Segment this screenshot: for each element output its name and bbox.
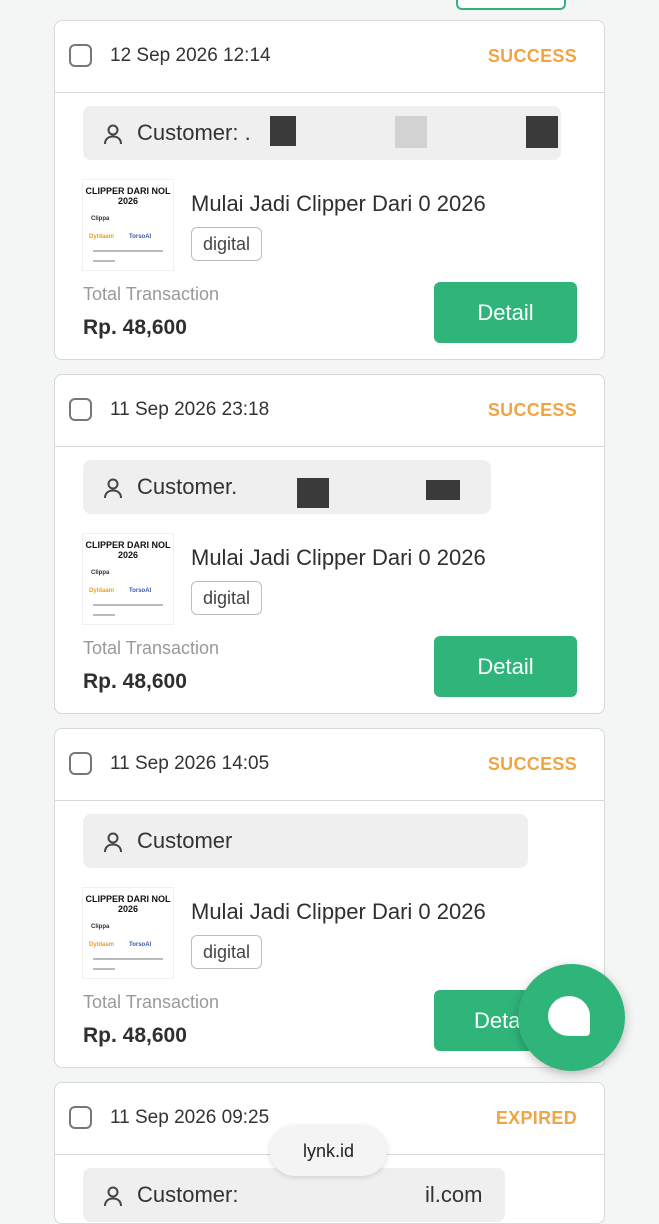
- thumbnail-logo: Clippa: [91, 924, 110, 930]
- customer-row: Customer: il.com: [83, 1168, 505, 1222]
- thumbnail-title: CLIPPER DARI NOL 2026: [85, 894, 171, 914]
- customer-label: Customer:: [137, 1182, 239, 1207]
- brand-watermark: lynk.id: [270, 1126, 387, 1176]
- thumbnail-line: [93, 250, 163, 252]
- thumbnail-logo: TorsoAI: [129, 588, 152, 594]
- product-name[interactable]: Mulai Jadi Clipper Dari 0 2026: [191, 543, 486, 573]
- product-name[interactable]: Mulai Jadi Clipper Dari 0 2026: [191, 189, 486, 219]
- status-badge: EXPIRED: [495, 1108, 577, 1128]
- thumbnail-line: [93, 260, 115, 262]
- select-checkbox[interactable]: [69, 44, 92, 67]
- person-icon: [104, 832, 122, 853]
- chat-button[interactable]: [518, 964, 625, 1071]
- product-thumbnail: CLIPPER DARI NOL 2026 Clippa Dyldaam Tor…: [83, 180, 173, 270]
- customer-label: Customer.: [137, 474, 238, 499]
- redaction-mark: [297, 478, 329, 508]
- total-value: Rp. 48,600: [83, 670, 187, 693]
- thumbnail-logo: TorsoAI: [129, 942, 152, 948]
- person-icon: [104, 124, 122, 145]
- detail-button[interactable]: Detail: [434, 282, 577, 343]
- thumbnail-logo: Clippa: [91, 570, 110, 576]
- select-checkbox[interactable]: [69, 752, 92, 775]
- customer-email-suffix: il.com: [425, 1182, 483, 1207]
- top-action-button[interactable]: [456, 0, 566, 10]
- thumbnail-logo: Dyldaam: [89, 588, 115, 594]
- total-value: Rp. 48,600: [83, 1024, 187, 1047]
- order-date: 11 Sep 2026 14:05: [110, 753, 270, 774]
- order-card-header: 12 Sep 2026 12:14 SUCCESS: [55, 21, 604, 93]
- person-icon: [104, 1186, 122, 1207]
- select-checkbox[interactable]: [69, 1106, 92, 1129]
- redaction-mark: [426, 480, 460, 500]
- detail-button[interactable]: Detail: [434, 636, 577, 697]
- order-card-header: 11 Sep 2026 23:18 SUCCESS: [55, 375, 604, 447]
- thumbnail-line: [93, 614, 115, 616]
- status-badge: SUCCESS: [487, 400, 577, 420]
- order-date: 12 Sep 2026 12:14: [110, 45, 271, 66]
- total-value: Rp. 48,600: [83, 316, 187, 339]
- total-label: Total Transaction: [83, 992, 220, 1012]
- thumbnail-logo: Dyldaam: [89, 234, 115, 240]
- select-checkbox[interactable]: [69, 398, 92, 421]
- redaction-mark: [270, 116, 296, 146]
- status-badge: SUCCESS: [487, 754, 577, 774]
- thumbnail-logo: Clippa: [91, 216, 110, 222]
- total-label: Total Transaction: [83, 284, 220, 304]
- order-card: 11 Sep 2026 23:18 SUCCESS Customer. CLIP…: [54, 374, 605, 714]
- customer-row: Customer.: [83, 460, 491, 514]
- thumbnail-line: [93, 968, 115, 970]
- order-date: 11 Sep 2026 09:25: [110, 1107, 270, 1128]
- product-type-tag: digital: [191, 581, 263, 615]
- order-date: 11 Sep 2026 23:18: [110, 399, 270, 420]
- customer-label: Customer: .: [137, 120, 251, 145]
- status-badge: SUCCESS: [487, 46, 577, 66]
- thumbnail-line: [93, 958, 163, 960]
- chat-bubble-icon: [548, 996, 590, 1036]
- person-icon: [104, 478, 122, 499]
- customer-row: Customer: .: [83, 106, 561, 160]
- total-label: Total Transaction: [83, 638, 220, 658]
- customer-label: Customer: [137, 828, 233, 853]
- thumbnail-line: [93, 604, 163, 606]
- product-type-tag: digital: [191, 935, 263, 969]
- thumbnail-title: CLIPPER DARI NOL 2026: [85, 186, 171, 206]
- redaction-mark: [526, 116, 558, 148]
- product-name[interactable]: Mulai Jadi Clipper Dari 0 2026: [191, 897, 486, 927]
- order-card-header: 11 Sep 2026 14:05 SUCCESS: [55, 729, 604, 801]
- thumbnail-logo: Dyldaam: [89, 942, 115, 948]
- product-thumbnail: CLIPPER DARI NOL 2026 Clippa Dyldaam Tor…: [83, 888, 173, 978]
- product-thumbnail: CLIPPER DARI NOL 2026 Clippa Dyldaam Tor…: [83, 534, 173, 624]
- thumbnail-title: CLIPPER DARI NOL 2026: [85, 540, 171, 560]
- redaction-mark: [395, 116, 427, 148]
- thumbnail-logo: TorsoAI: [129, 234, 152, 240]
- customer-row: Customer: [83, 814, 528, 868]
- order-card: 12 Sep 2026 12:14 SUCCESS Customer: . CL…: [54, 20, 605, 360]
- product-type-tag: digital: [191, 227, 263, 261]
